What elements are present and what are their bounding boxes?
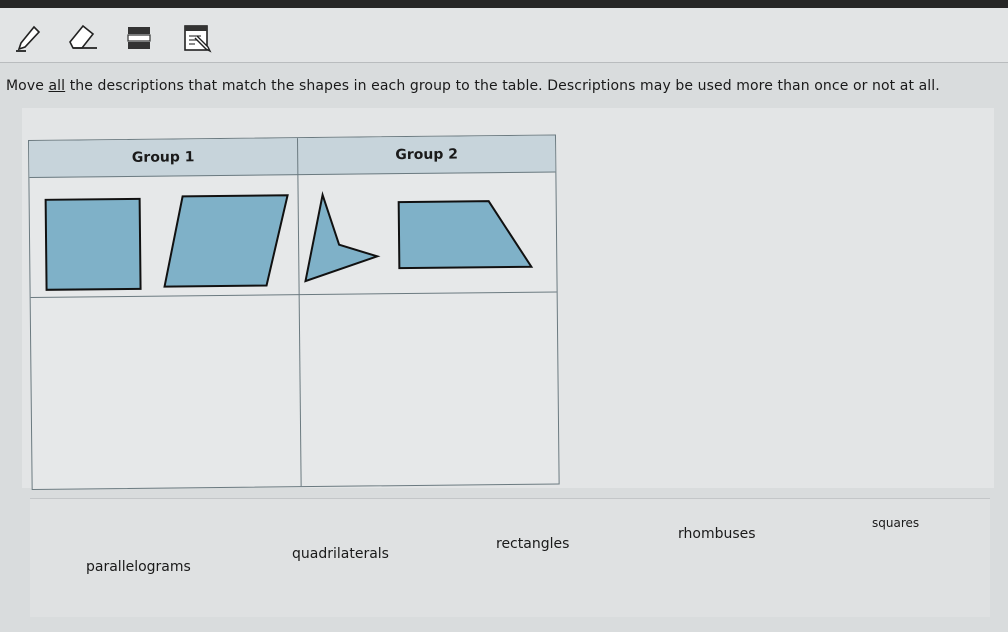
top-bar	[0, 0, 1008, 8]
line-reader-tool-button[interactable]	[122, 22, 156, 54]
group-1-header: Group 1	[131, 149, 195, 166]
notepad-tool-button[interactable]	[180, 22, 214, 54]
answer-rhombuses[interactable]: rhombuses	[678, 526, 756, 542]
answer-parallelograms[interactable]: parallelograms	[86, 559, 191, 575]
eraser-tool-button[interactable]	[66, 22, 100, 54]
prompt-text-start: Move	[6, 78, 49, 94]
answer-rectangles[interactable]: rectangles	[496, 536, 569, 552]
toolbar	[0, 8, 1008, 63]
group-2-header: Group 2	[395, 146, 459, 164]
trapezoid-shape	[397, 200, 534, 270]
group-2-shapes	[304, 191, 534, 283]
pencil-icon	[16, 25, 41, 52]
group-2-drop-zone[interactable]	[300, 292, 559, 486]
concave-quadrilateral-shape	[304, 191, 381, 283]
question-prompt: Move all the descriptions that match the…	[6, 78, 940, 94]
prompt-text-end: the descriptions that match the shapes i…	[65, 78, 940, 94]
classification-table: Group 1 Group 2	[28, 134, 560, 490]
parallelogram-shape	[163, 194, 289, 288]
square-shape	[44, 197, 142, 291]
line-reader-icon	[127, 27, 151, 49]
answer-bank	[30, 498, 990, 617]
answer-quadrilaterals[interactable]: quadrilaterals	[292, 546, 389, 562]
answer-squares[interactable]: squares	[872, 516, 919, 530]
group-1-shapes	[44, 194, 289, 291]
eraser-icon	[69, 24, 97, 49]
group-1-drop-zone[interactable]	[31, 295, 301, 489]
table-header: Group 1 Group 2	[29, 135, 556, 178]
prompt-emphasis: all	[48, 78, 66, 94]
pencil-tool-button[interactable]	[12, 22, 46, 54]
notepad-icon	[184, 25, 212, 53]
